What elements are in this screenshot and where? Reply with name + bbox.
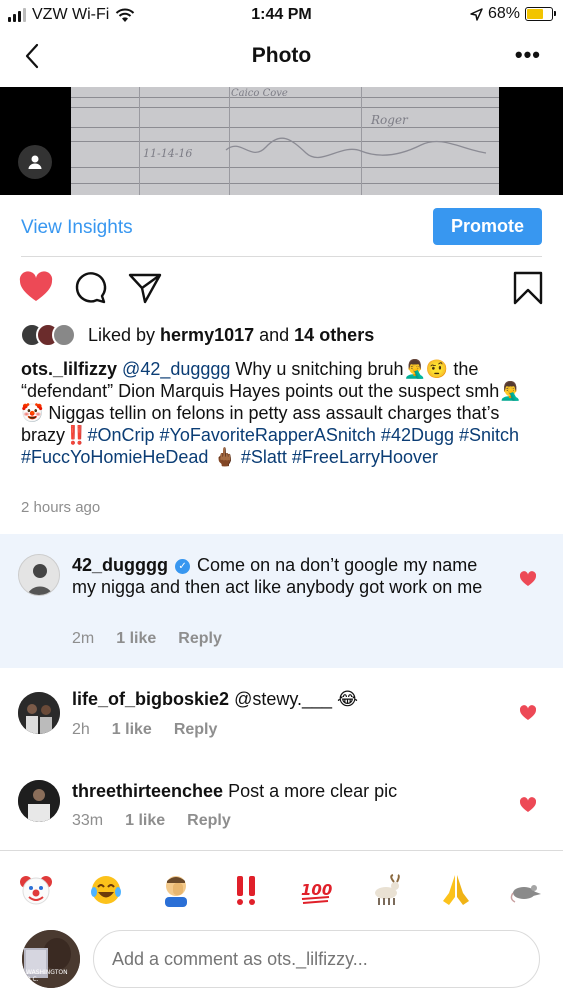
tears-of-joy-emoji-icon[interactable]	[89, 873, 123, 907]
caption-emoji: 🖕🏾	[213, 447, 236, 467]
battery-percent: 68%	[487, 5, 520, 22]
likes-text: Liked by hermy1017 and 14 others	[88, 325, 374, 346]
caption-username[interactable]: ots._lilfizzy	[21, 359, 117, 379]
verified-badge-icon: ✓	[175, 558, 191, 574]
likes-middle: and	[254, 324, 295, 345]
comment-item: life_of_bigboskie2 @stewy.___ 😂 2h 1 lik…	[0, 668, 563, 760]
comment-meta: 2m 1 like Reply	[72, 630, 222, 648]
hundred-points-emoji-icon[interactable]: 100	[299, 873, 333, 907]
reply-button[interactable]: Reply	[174, 721, 218, 739]
heart-icon[interactable]	[519, 796, 537, 814]
heart-icon[interactable]	[519, 570, 537, 588]
location-arrow-icon	[470, 7, 483, 21]
reply-button[interactable]: Reply	[178, 630, 222, 648]
user-icon	[28, 155, 42, 169]
more-options-icon[interactable]: •••	[515, 42, 541, 68]
comment-body: life_of_bigboskie2 @stewy.___ 😂	[72, 688, 502, 710]
comment-body: threethirteenchee Post a more clear pic	[72, 780, 502, 802]
comment-likes[interactable]: 1 like	[112, 721, 152, 739]
comment-username[interactable]: 42_dugggg	[72, 555, 168, 575]
comment-icon[interactable]	[72, 270, 108, 306]
comment-text: Post a more clear pic	[228, 781, 398, 801]
heart-icon[interactable]	[519, 704, 537, 722]
avatar-caption: WASHINGTON D.C.	[26, 969, 68, 983]
current-user-avatar[interactable]: WASHINGTON D.C.	[22, 930, 80, 988]
comment-meta: 33m 1 like Reply	[72, 812, 231, 830]
nav-bar: Photo •••	[0, 32, 563, 84]
comment-likes[interactable]: 1 like	[125, 812, 165, 830]
comment-time: 2m	[72, 630, 95, 647]
signature-scribble	[225, 137, 487, 159]
share-send-icon[interactable]	[127, 270, 163, 306]
avatar-image	[19, 555, 59, 595]
clown-emoji-icon[interactable]	[19, 873, 53, 907]
battery-icon	[525, 7, 556, 21]
reply-button[interactable]: Reply	[187, 812, 231, 830]
caption-mention[interactable]: @42_dugggg	[122, 359, 230, 379]
status-bar: VZW Wi-Fi 1:44 PM 68%	[0, 0, 563, 32]
goat-emoji-icon[interactable]	[369, 873, 403, 907]
comment-item: threethirteenchee Post a more clear pic …	[0, 760, 563, 850]
avatar[interactable]	[18, 554, 60, 596]
heart-filled-icon[interactable]	[18, 270, 54, 306]
post-caption: ots._lilfizzy @42_dugggg Why u snitching…	[21, 358, 543, 468]
liker-username[interactable]: hermy1017	[160, 325, 254, 345]
handwriting-text: Roger	[371, 113, 408, 127]
likes-others[interactable]: 14 others	[294, 325, 374, 345]
comment-username[interactable]: life_of_bigboskie2	[72, 689, 229, 709]
likes-prefix: Liked by	[88, 324, 161, 345]
handwriting-text: Caico Cove	[231, 88, 288, 99]
comment-composer: WASHINGTON D.C.	[0, 926, 563, 1000]
comment-input[interactable]	[93, 930, 540, 988]
document-image: Caico Cove 11-14-16 Roger	[71, 87, 499, 195]
caption-hashtags[interactable]: #Slatt #FreeLarryHoover	[241, 447, 438, 467]
comment-meta: 2h 1 like Reply	[72, 721, 217, 739]
comment-time: 33m	[72, 812, 104, 829]
battery-fill	[527, 9, 544, 19]
promote-button[interactable]: Promote	[433, 208, 542, 245]
insights-row: View Insights Promote	[0, 196, 563, 256]
avatar	[52, 323, 76, 347]
tag-people-button[interactable]	[18, 145, 52, 179]
comment-text: @stewy.___ 😂	[234, 689, 359, 709]
comment-likes[interactable]: 1 like	[116, 630, 156, 648]
emoji-quick-bar: 100	[0, 850, 563, 926]
status-right: 68%	[470, 5, 556, 23]
comment-body: 42_dugggg ✓ Come on na don’t google my n…	[72, 554, 502, 598]
post-actions	[0, 270, 563, 310]
avatar-image	[18, 692, 60, 734]
avatar[interactable]	[18, 692, 60, 734]
comment-username[interactable]: threethirteenchee	[72, 781, 223, 801]
handwriting-text: 11-14-16	[143, 147, 193, 160]
liker-avatars	[20, 323, 82, 347]
double-exclamation-emoji-icon[interactable]	[229, 873, 263, 907]
post-photo[interactable]: Caico Cove 11-14-16 Roger	[0, 87, 563, 195]
divider	[21, 256, 542, 257]
page-title: Photo	[251, 44, 312, 67]
avatar-image	[18, 780, 60, 822]
folded-hands-emoji-icon[interactable]	[439, 873, 473, 907]
likes-row[interactable]: Liked by hermy1017 and 14 others	[20, 322, 374, 348]
post-timestamp: 2 hours ago	[21, 499, 101, 516]
facepalm-emoji-icon[interactable]	[159, 873, 193, 907]
rat-emoji-icon[interactable]	[509, 873, 543, 907]
view-insights-link[interactable]: View Insights	[21, 217, 133, 239]
avatar[interactable]	[18, 780, 60, 822]
bookmark-icon[interactable]	[510, 270, 546, 306]
comment-time: 2h	[72, 721, 90, 738]
comment-item: 42_dugggg ✓ Come on na don’t google my n…	[0, 534, 563, 668]
